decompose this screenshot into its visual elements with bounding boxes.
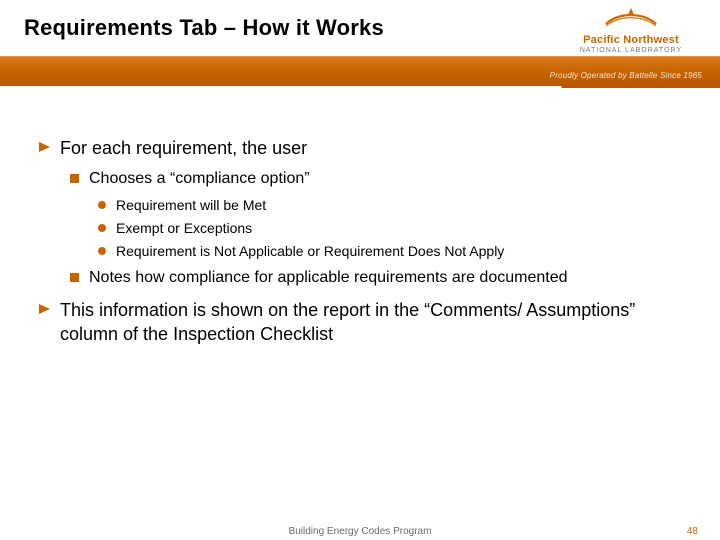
square-bullet-icon <box>70 273 79 282</box>
list-item: This information is shown on the report … <box>38 298 682 347</box>
list-item: Chooses a “compliance option” Requiremen… <box>70 168 682 260</box>
slide-header: Requirements Tab – How it Works Proudly … <box>0 0 720 88</box>
list-item: Requirement will be Met <box>98 196 682 215</box>
bullet-text: This information is shown on the report … <box>60 298 682 347</box>
triangle-bullet-icon <box>38 140 52 154</box>
pnnl-logo: Pacific Northwest NATIONAL LABORATORY <box>556 6 706 54</box>
list-item: Requirement is Not Applicable or Require… <box>98 242 682 261</box>
page-number: 48 <box>687 526 698 537</box>
slide-body: For each requirement, the user Chooses a… <box>38 136 682 357</box>
logo-line-2: NATIONAL LABORATORY <box>556 47 706 54</box>
logo-line-1: Pacific Northwest <box>556 34 706 46</box>
dot-bullet-icon <box>98 201 106 209</box>
bullet-text: Notes how compliance for applicable requ… <box>89 267 567 289</box>
list-item: Exempt or Exceptions <box>98 219 682 238</box>
bullet-text: Chooses a “compliance option” <box>89 168 310 190</box>
bullet-text: Requirement will be Met <box>116 196 266 215</box>
dot-bullet-icon <box>98 247 106 255</box>
list-item: For each requirement, the user Chooses a… <box>38 136 682 288</box>
triangle-bullet-icon <box>38 302 52 316</box>
header-stripe: Proudly Operated by Battelle Since 1965 <box>0 56 720 86</box>
slide: Requirements Tab – How it Works Proudly … <box>0 0 720 540</box>
bullet-list-level-2: Chooses a “compliance option” Requiremen… <box>70 168 682 288</box>
swoosh-icon <box>604 6 658 32</box>
bullet-list-level-1: For each requirement, the user Chooses a… <box>38 136 682 347</box>
bullet-text: Requirement is Not Applicable or Require… <box>116 242 504 261</box>
bullet-text: For each requirement, the user <box>60 136 307 160</box>
logo-tagline: Proudly Operated by Battelle Since 1965 <box>550 71 702 80</box>
bullet-list-level-3: Requirement will be Met Exempt or Except… <box>98 196 682 261</box>
footer-program-name: Building Energy Codes Program <box>289 526 432 537</box>
logo-text: Pacific Northwest NATIONAL LABORATORY <box>556 34 706 54</box>
slide-title: Requirements Tab – How it Works <box>0 15 384 41</box>
list-item: Notes how compliance for applicable requ… <box>70 267 682 289</box>
square-bullet-icon <box>70 174 79 183</box>
dot-bullet-icon <box>98 224 106 232</box>
bullet-text: Exempt or Exceptions <box>116 219 252 238</box>
